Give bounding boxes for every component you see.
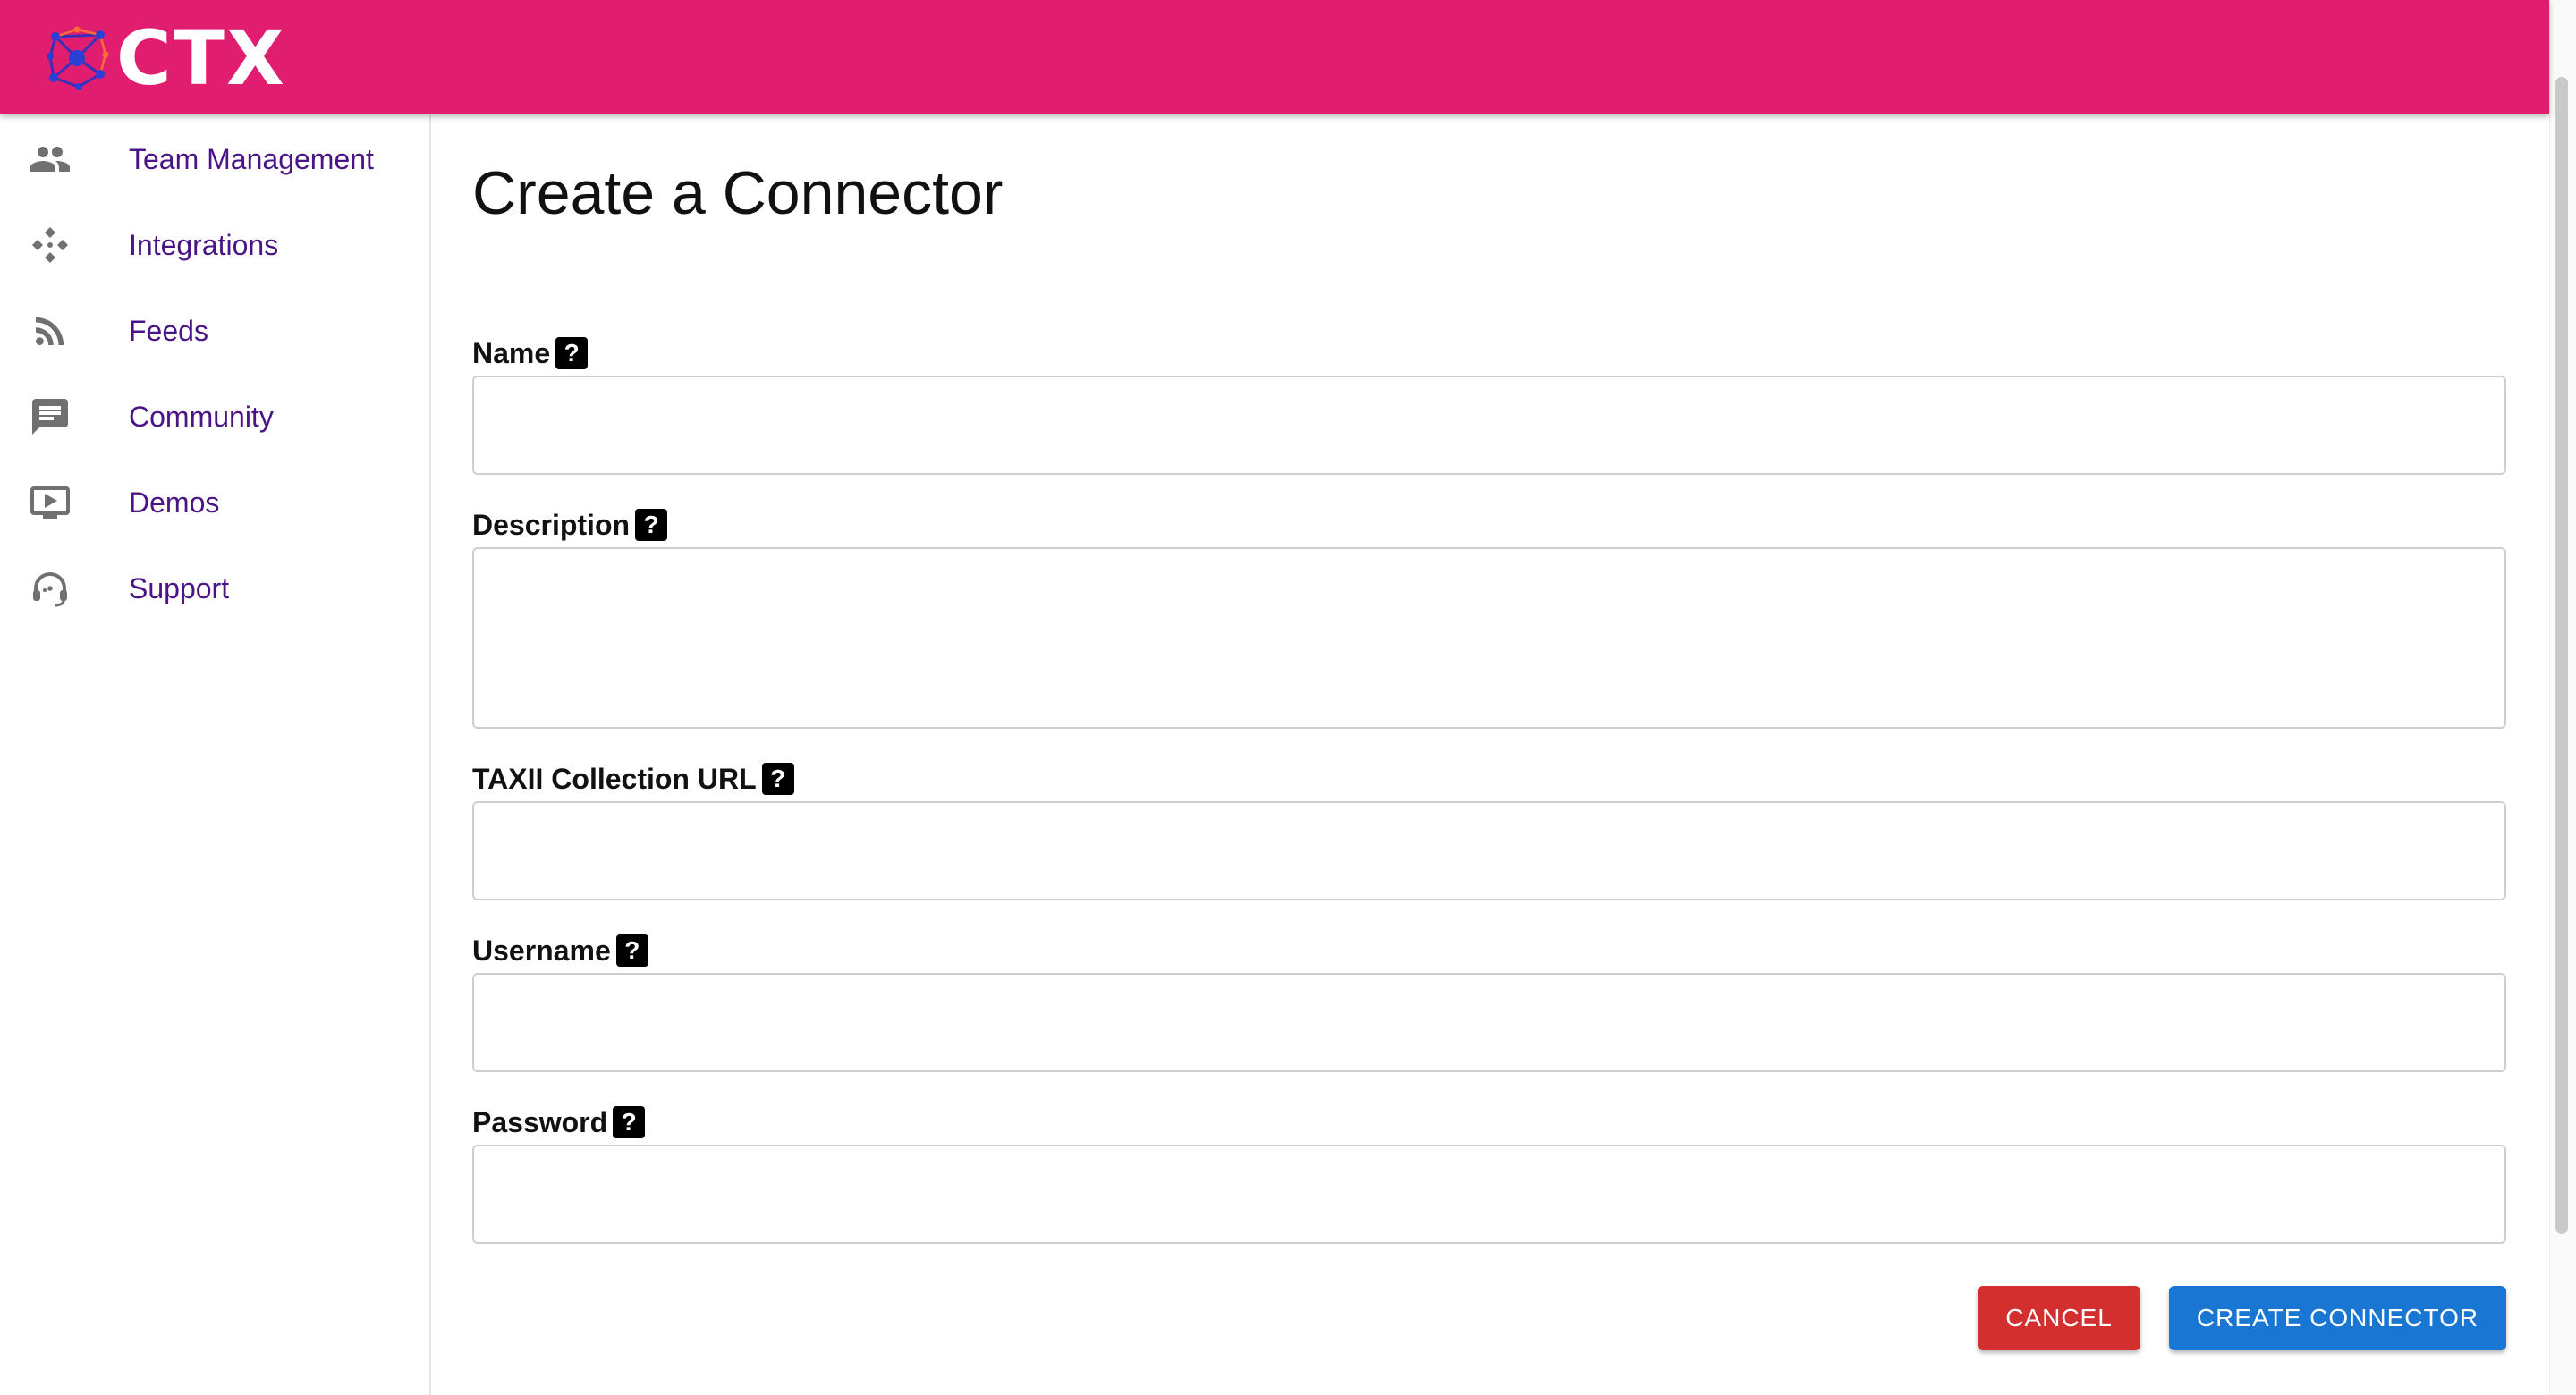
password-label: Password ? xyxy=(472,1104,646,1140)
video-play-icon xyxy=(29,481,72,524)
create-connector-button[interactable]: CREATE CONNECTOR xyxy=(2169,1286,2506,1350)
username-label: Username ? xyxy=(472,933,648,968)
network-molecule-icon xyxy=(47,26,109,90)
sidebar-item-support[interactable]: Support xyxy=(0,545,429,631)
username-help-icon[interactable]: ? xyxy=(615,934,648,967)
headset-icon xyxy=(29,567,72,610)
sidebar-item-demos[interactable]: Demos xyxy=(0,460,429,545)
app-header: CTX xyxy=(0,0,2549,114)
sidebar-item-label: Team Management xyxy=(129,143,374,175)
logo-text: CTX xyxy=(116,14,286,102)
main-content: Create a Connector Name ? Description ? … xyxy=(472,114,2508,1395)
username-input[interactable] xyxy=(472,973,2506,1072)
sidebar-item-feeds[interactable]: Feeds xyxy=(0,288,429,374)
taxii-url-label-text: TAXII Collection URL xyxy=(472,762,757,795)
description-help-icon[interactable]: ? xyxy=(635,509,668,541)
password-label-text: Password xyxy=(472,1105,608,1138)
description-label: Description ? xyxy=(472,507,668,543)
name-input[interactable] xyxy=(472,376,2506,475)
integrations-icon xyxy=(29,224,72,266)
name-label-text: Name xyxy=(472,336,551,369)
sidebar-item-label: Demos xyxy=(129,486,220,519)
description-textarea[interactable] xyxy=(472,547,2506,729)
name-help-icon[interactable]: ? xyxy=(555,337,589,369)
sidebar-item-integrations[interactable]: Integrations xyxy=(0,202,429,288)
password-input[interactable] xyxy=(472,1145,2506,1244)
password-help-icon[interactable]: ? xyxy=(613,1106,646,1138)
username-label-text: Username xyxy=(472,934,611,967)
sidebar-item-label: Feeds xyxy=(129,315,208,347)
ctx-logo[interactable]: CTX xyxy=(43,14,286,102)
people-icon xyxy=(29,138,72,181)
sidebar: Team Management Integrations Feeds Commu… xyxy=(0,114,431,1395)
sidebar-item-team-management[interactable]: Team Management xyxy=(0,116,429,202)
description-label-text: Description xyxy=(472,508,631,541)
name-label: Name ? xyxy=(472,335,589,371)
chat-bubble-icon xyxy=(29,395,72,438)
rss-feed-icon xyxy=(29,309,72,352)
scrollbar-thumb[interactable] xyxy=(2555,77,2568,1234)
sidebar-item-label: Community xyxy=(129,401,274,433)
taxii-url-label: TAXII Collection URL ? xyxy=(472,761,794,797)
page-title: Create a Connector xyxy=(472,159,1004,227)
taxii-url-input[interactable] xyxy=(472,801,2506,900)
sidebar-item-community[interactable]: Community xyxy=(0,374,429,460)
cancel-button[interactable]: CANCEL xyxy=(1978,1286,2140,1350)
sidebar-item-label: Integrations xyxy=(129,229,279,261)
sidebar-item-label: Support xyxy=(129,572,230,604)
taxii-url-help-icon[interactable]: ? xyxy=(761,763,794,795)
